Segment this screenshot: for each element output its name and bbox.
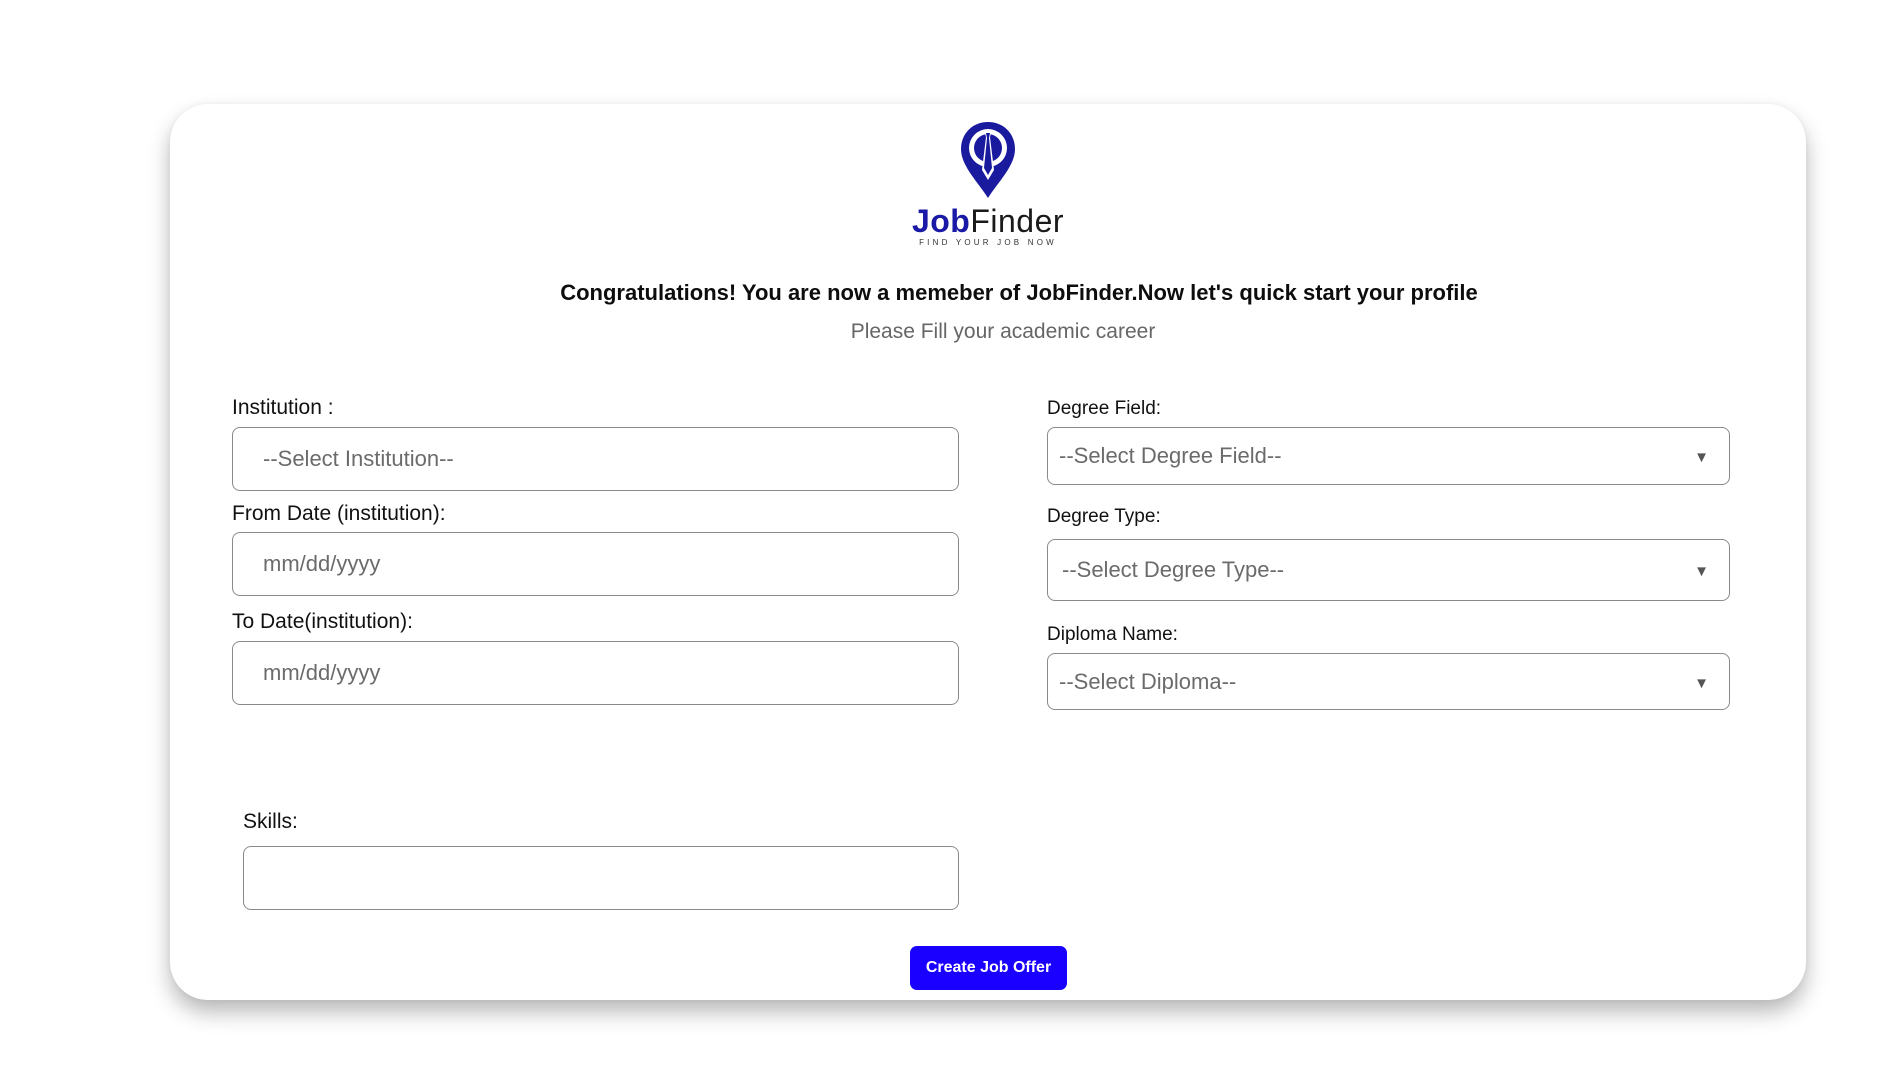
degree-field-value: --Select Degree Field-- [1059, 443, 1282, 468]
chevron-down-icon: ▼ [1694, 674, 1709, 692]
profile-form-card: JobFinder FIND YOUR JOB NOW Congratulati… [170, 104, 1806, 1000]
brand-name: JobFinder [910, 204, 1066, 238]
institution-label: Institution : [232, 396, 334, 419]
institution-placeholder: --Select Institution-- [263, 446, 454, 471]
from-date-placeholder: mm/dd/yyyy [263, 551, 381, 576]
brand-name-finder: Finder [970, 203, 1065, 239]
chevron-down-icon: ▼ [1694, 449, 1709, 467]
degree-field-label: Degree Field: [1047, 398, 1162, 419]
instruction-subtitle: Please Fill your academic career [850, 320, 1156, 343]
degree-type-value: --Select Degree Type-- [1062, 557, 1285, 582]
from-date-label: From Date (institution): [232, 502, 446, 525]
skills-label: Skills: [243, 810, 298, 833]
to-date-placeholder: mm/dd/yyyy [263, 660, 381, 685]
from-date-input[interactable]: mm/dd/yyyy [232, 532, 959, 596]
to-date-label: To Date(institution): [232, 610, 413, 633]
institution-input[interactable]: --Select Institution-- [232, 427, 959, 491]
degree-field-select[interactable]: --Select Degree Field-- ▼ [1047, 427, 1730, 485]
jobfinder-logo: JobFinder FIND YOUR JOB NOW [910, 120, 1066, 270]
to-date-input[interactable]: mm/dd/yyyy [232, 641, 959, 705]
skills-input[interactable] [243, 846, 959, 910]
brand-name-job: Job [911, 203, 971, 239]
location-pin-tie-icon [961, 122, 1015, 198]
diploma-name-value: --Select Diploma-- [1059, 668, 1237, 694]
chevron-down-icon: ▼ [1694, 563, 1709, 581]
diploma-name-label: Diploma Name: [1047, 624, 1178, 645]
degree-type-select[interactable]: --Select Degree Type-- ▼ [1047, 539, 1730, 601]
welcome-headline: Congratulations! You are now a memeber o… [560, 280, 1478, 305]
degree-type-label: Degree Type: [1047, 506, 1161, 527]
brand-tagline: FIND YOUR JOB NOW [919, 238, 1057, 247]
diploma-name-select[interactable]: --Select Diploma-- ▼ [1047, 653, 1730, 710]
create-job-offer-button[interactable]: Create Job Offer [910, 946, 1067, 990]
